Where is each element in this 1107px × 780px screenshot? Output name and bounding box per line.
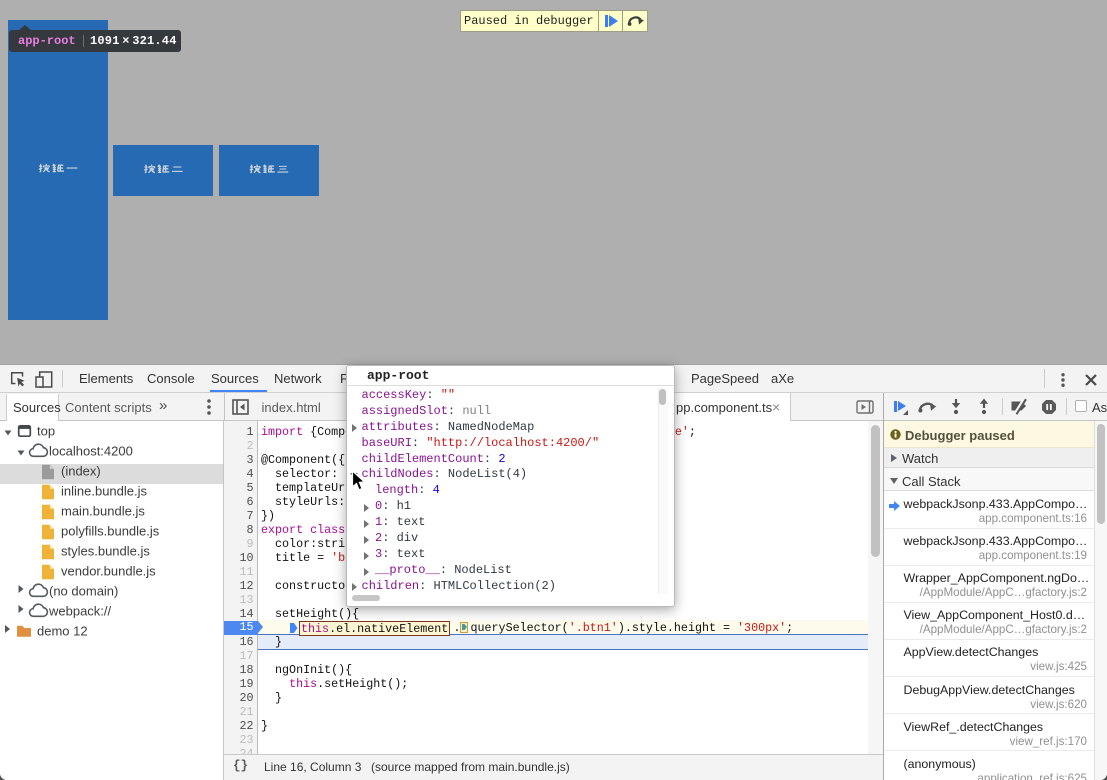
svg-text:top: top (37, 424, 55, 439)
svg-text:(index): (index) (61, 464, 101, 479)
svg-text:vendor.bundle.js: vendor.bundle.js (61, 564, 156, 579)
svg-text:main.bundle.js: main.bundle.js (61, 504, 145, 519)
svg-text:styles.bundle.js: styles.bundle.js (61, 544, 150, 559)
svg-text:demo 12: demo 12 (37, 624, 88, 639)
svg-text:inline.bundle.js: inline.bundle.js (61, 484, 148, 499)
svg-text:polyfills.bundle.js: polyfills.bundle.js (61, 524, 160, 539)
svg-text:(no domain): (no domain) (49, 584, 118, 599)
svg-text:localhost:4200: localhost:4200 (49, 444, 133, 459)
svg-text:webpack://: webpack:// (48, 604, 112, 619)
